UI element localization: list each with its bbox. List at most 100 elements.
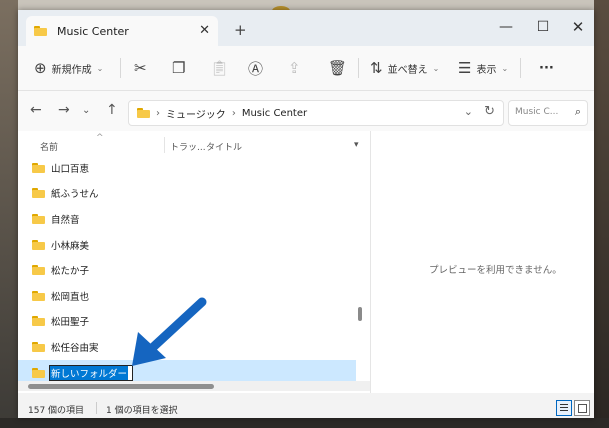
column-name[interactable]: 名前 <box>40 140 58 153</box>
details-view-icon <box>560 407 568 408</box>
details-view-icon <box>560 410 568 411</box>
chevron-down-icon: ⌄ <box>96 63 104 73</box>
status-separator <box>96 402 97 414</box>
list-item[interactable]: 山口百恵 <box>18 155 356 181</box>
status-bar: 157 個の項目 1 個の項目を選択 <box>18 398 594 418</box>
rename-input-value: 新しいフォルダー <box>50 365 129 380</box>
chevron-down-icon: ⌄ <box>501 63 509 73</box>
breadcrumb-music[interactable]: ミュージック <box>166 106 226 121</box>
up-arrow-icon[interactable]: ↑ <box>106 102 118 118</box>
tab-music-center[interactable]: Music Center ✕ <box>26 16 218 46</box>
back-arrow-icon[interactable]: ← <box>30 102 42 118</box>
desktop-background-top <box>0 0 609 10</box>
minimize-button[interactable]: — <box>486 16 526 38</box>
desktop-background-bottom <box>0 418 609 428</box>
annotation-arrow-icon <box>132 297 207 366</box>
selected-count: 1 個の項目を選択 <box>106 406 178 416</box>
close-tab-button[interactable]: ✕ <box>199 23 210 38</box>
sort-button[interactable]: ⇅ 並べ替え ⌄ <box>370 46 439 90</box>
folder-icon <box>32 162 45 173</box>
list-item-name: 自然音 <box>51 214 80 226</box>
toolbar-separator <box>358 58 359 78</box>
rename-button[interactable]: Ⓐ <box>248 46 263 90</box>
large-icons-view-button[interactable] <box>574 400 590 416</box>
preview-message: プレビューを利用できません。 <box>429 265 562 276</box>
folder-icon <box>32 239 45 250</box>
clipboard-icon: 📋︎ <box>210 59 230 77</box>
column-title[interactable]: タイトル <box>206 140 242 153</box>
vertical-scrollbar-thumb[interactable] <box>358 307 362 321</box>
breadcrumb-separator: › <box>231 107 236 119</box>
command-bar: ⊕ 新規作成 ⌄ ✂ ❐ 📋︎ Ⓐ ⇪ 🗑︎ ⇅ 並べ替え ⌄ ☰ 表示 ⌄ ·… <box>18 46 594 91</box>
paste-button[interactable]: 📋︎ <box>210 46 229 90</box>
details-view-icon <box>560 404 568 405</box>
file-explorer-window: Music Center ✕ + — ☐ ✕ ⊕ 新規作成 ⌄ ✂ ❐ 📋︎ Ⓐ… <box>18 10 594 418</box>
desktop-background-right <box>594 0 609 428</box>
toolbar-separator <box>520 58 521 78</box>
tab-title: Music Center <box>57 24 129 38</box>
list-item[interactable]: 自然音 <box>18 206 356 232</box>
list-item-name: 松任谷由実 <box>51 342 99 354</box>
horizontal-scrollbar-thumb[interactable] <box>28 384 214 389</box>
more-options-button[interactable]: ··· <box>534 46 554 90</box>
column-track[interactable]: トラッ... <box>170 140 206 153</box>
folder-icon <box>32 316 45 327</box>
item-count: 157 個の項目 <box>28 406 85 416</box>
list-item[interactable]: 松たか子 <box>18 257 356 283</box>
new-button-label: 新規作成 <box>51 64 92 76</box>
more-options-label: ··· <box>539 60 554 76</box>
recent-chevron-icon[interactable]: ⌄ <box>82 105 90 116</box>
list-item-name: 小林麻美 <box>51 240 90 252</box>
list-item[interactable]: 紙ふうせん <box>18 181 356 207</box>
desktop-background-left <box>0 0 18 428</box>
breadcrumb-music-center[interactable]: Music Center <box>242 108 307 119</box>
close-window-button[interactable]: ✕ <box>558 16 598 38</box>
folder-icon <box>32 265 45 276</box>
folder-icon <box>137 108 150 118</box>
list-item-name: 松岡直也 <box>51 291 90 303</box>
details-view-button[interactable] <box>556 400 572 416</box>
cut-button[interactable]: ✂ <box>134 46 147 90</box>
new-button[interactable]: ⊕ 新規作成 ⌄ <box>34 46 103 90</box>
address-row: ← → ⌄ ↑ › ミュージック › Music Center ⌄ ↻ Musi… <box>18 91 594 131</box>
search-box[interactable]: Music C... ⌕ <box>508 100 588 126</box>
sort-icon: ⇅ <box>370 59 383 77</box>
refresh-icon[interactable]: ↻ <box>484 104 495 119</box>
breadcrumb-separator: › <box>156 107 160 119</box>
rename-input[interactable]: 新しいフォルダー <box>49 364 133 381</box>
column-header: 名前 ^ トラッ... タイトル ▾ <box>18 131 370 155</box>
maximize-button[interactable]: ☐ <box>523 16 563 38</box>
search-placeholder: Music C... <box>515 107 559 117</box>
plus-circle-icon: ⊕ <box>34 59 47 77</box>
preview-pane: プレビューを利用できません。 <box>371 131 594 393</box>
copy-button[interactable]: ❐ <box>172 46 185 90</box>
chevron-down-icon[interactable]: ⌄ <box>464 105 473 118</box>
view-button[interactable]: ☰ 表示 ⌄ <box>458 46 508 90</box>
column-more-icon[interactable]: ▾ <box>354 140 359 150</box>
sort-button-label: 並べ替え <box>387 64 428 76</box>
sort-up-icon: ^ <box>96 133 104 143</box>
list-item-name: 山口百恵 <box>51 163 90 175</box>
view-button-label: 表示 <box>476 64 497 76</box>
rename-icon: Ⓐ <box>248 59 264 78</box>
copy-icon: ❐ <box>172 59 186 77</box>
share-button[interactable]: ⇪ <box>288 46 301 90</box>
horizontal-scrollbar[interactable] <box>18 381 370 391</box>
chevron-down-icon: ⌄ <box>432 63 440 73</box>
large-icons-view-icon <box>578 404 587 413</box>
view-lines-icon: ☰ <box>458 59 472 77</box>
folder-icon <box>32 367 45 378</box>
list-item[interactable]: 小林麻美 <box>18 232 356 258</box>
delete-button[interactable]: 🗑︎ <box>328 46 347 90</box>
new-tab-button[interactable]: + <box>234 21 247 39</box>
address-bar[interactable]: › ミュージック › Music Center ⌄ ↻ <box>128 100 504 126</box>
folder-icon <box>32 341 45 352</box>
forward-arrow-icon[interactable]: → <box>58 102 70 118</box>
folder-icon <box>32 290 45 301</box>
title-bar[interactable]: Music Center ✕ + — ☐ ✕ <box>18 10 594 46</box>
share-icon: ⇪ <box>288 59 301 77</box>
column-divider[interactable] <box>164 137 165 153</box>
scissors-icon: ✂ <box>134 59 147 77</box>
folder-icon <box>34 26 47 36</box>
list-item-name: 紙ふうせん <box>51 189 99 201</box>
